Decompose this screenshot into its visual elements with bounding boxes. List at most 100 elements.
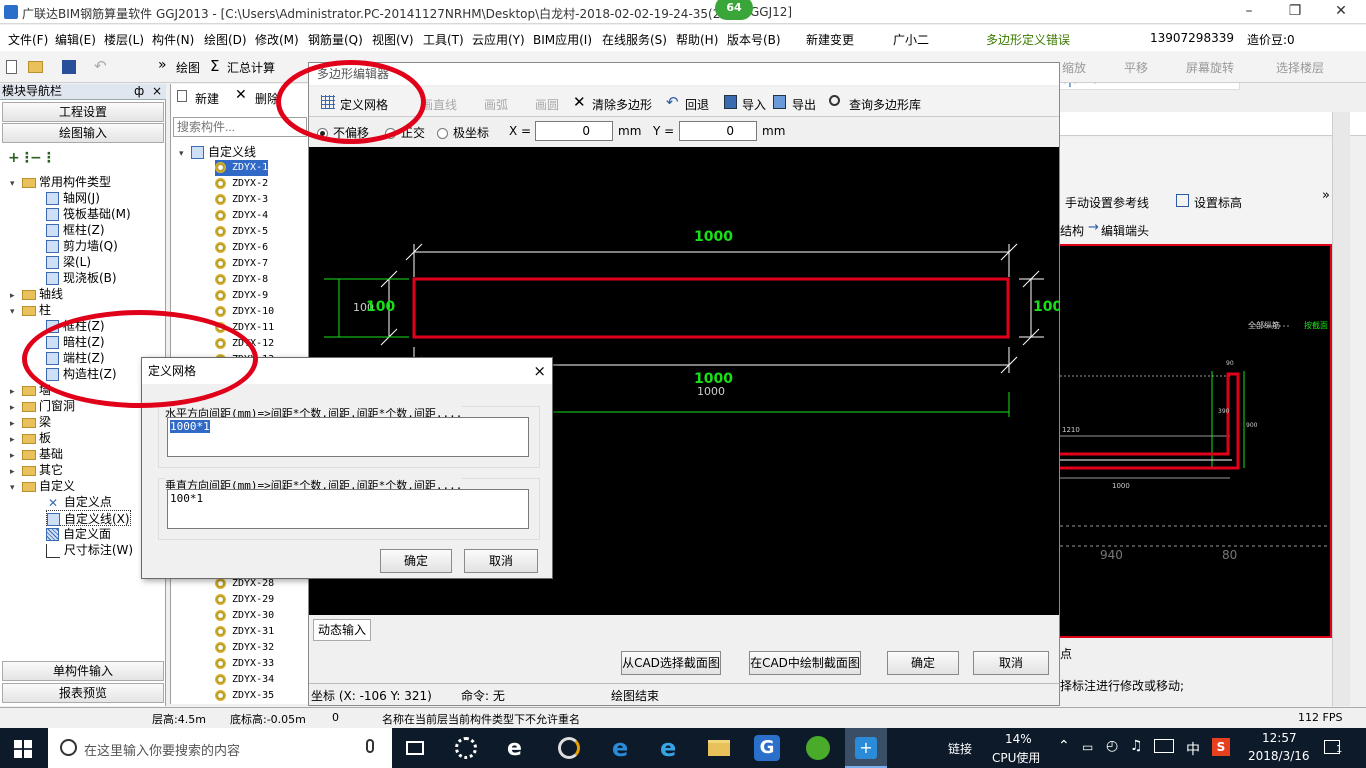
component-item[interactable]: ZDYX-8: [215, 272, 268, 288]
menu-tools[interactable]: 工具(T): [423, 31, 464, 48]
horizontal-spacing-input[interactable]: 1000*1: [167, 417, 529, 457]
tree-node-axis[interactable]: ▸ 轴线: [10, 286, 63, 302]
tree-node-column[interactable]: ▾ 柱: [10, 302, 51, 318]
sogou-tray-icon[interactable]: S: [1212, 738, 1230, 756]
collapse-all-icon[interactable]: −⋮: [30, 150, 56, 166]
grid-ok-button[interactable]: 确定: [380, 549, 452, 573]
tree-node-dimension[interactable]: 尺寸标注(W): [46, 542, 133, 558]
set-elevation-button[interactable]: 设置标高: [1194, 194, 1242, 211]
manual-ref-line-button[interactable]: 手动设置参考线: [1065, 194, 1149, 211]
import-button[interactable]: 导入: [742, 96, 766, 113]
assistant-menu[interactable]: 广小二: [893, 31, 929, 48]
draw-circle-button[interactable]: 画圆: [535, 96, 559, 113]
menu-file[interactable]: 文件(F): [8, 31, 48, 48]
battery-icon[interactable]: ▭: [1082, 740, 1093, 754]
open-folder-icon[interactable]: [28, 61, 43, 73]
menu-draw[interactable]: 绘图(D): [204, 31, 247, 48]
report-preview-button[interactable]: 报表预览: [2, 683, 164, 703]
volume-icon[interactable]: ♫: [1130, 738, 1143, 754]
new-component-button[interactable]: 新建: [195, 90, 219, 107]
tree-node-frame-col[interactable]: 框柱(Z): [46, 222, 105, 238]
taskbar-search-box[interactable]: 在这里输入你要搜索的内容: [48, 728, 392, 768]
tree-node-custom[interactable]: ▾ 自定义: [10, 478, 75, 494]
component-item[interactable]: ZDYX-9: [215, 288, 268, 304]
task-view-icon[interactable]: [406, 741, 424, 755]
tree-node-grid[interactable]: 轴网(J): [46, 190, 100, 206]
component-item[interactable]: ZDYX-35: [215, 688, 274, 704]
file-explorer-icon[interactable]: [708, 740, 730, 756]
undo-button[interactable]: 回退: [685, 96, 709, 113]
dynamic-input-tab[interactable]: 动态输入: [313, 619, 371, 641]
network-icon[interactable]: ◴: [1106, 738, 1118, 754]
tray-expand-icon[interactable]: ⌃: [1058, 738, 1070, 754]
taskbar-link-label[interactable]: 链接: [948, 740, 972, 757]
polygon-cancel-button[interactable]: 取消: [973, 651, 1049, 675]
panel-close-icon[interactable]: ×: [152, 84, 162, 99]
notification-badge[interactable]: 64: [715, 0, 753, 20]
component-item[interactable]: ZDYX-33: [215, 656, 274, 672]
undo-icon[interactable]: ↶: [94, 57, 107, 75]
menu-bim[interactable]: BIM应用(I): [533, 31, 592, 48]
tree-node-beam-group[interactable]: ▸ 梁: [10, 414, 51, 430]
menu-modify[interactable]: 修改(M): [255, 31, 299, 48]
ie-icon[interactable]: e: [660, 734, 676, 762]
tree-node-foundation[interactable]: ▸ 基础: [10, 446, 63, 462]
keyboard-icon[interactable]: [1154, 739, 1174, 753]
minimize-button[interactable]: –: [1226, 0, 1272, 24]
component-item-selected[interactable]: ZDYX-1: [215, 160, 269, 176]
tree-node-raft[interactable]: 筏板基础(M): [46, 206, 131, 222]
component-item[interactable]: ZDYX-29: [215, 592, 274, 608]
tree-node-shear-wall[interactable]: 剪力墙(Q): [46, 238, 118, 254]
menu-cloud[interactable]: 云应用(Y): [472, 31, 525, 48]
draw-button[interactable]: 绘图: [176, 59, 200, 76]
clock-time[interactable]: 12:57: [1262, 731, 1297, 745]
user-phone[interactable]: 13907298339: [1150, 31, 1234, 45]
menu-online[interactable]: 在线服务(S): [602, 31, 667, 48]
single-component-input-button[interactable]: 单构件输入: [2, 661, 164, 681]
draw-arc-button[interactable]: 画弧: [484, 96, 508, 113]
polygon-rectangle[interactable]: [412, 277, 1010, 339]
menu-component[interactable]: 构件(N): [152, 31, 194, 48]
clear-polygon-button[interactable]: 清除多边形: [592, 96, 652, 113]
polar-radio[interactable]: 极坐标: [437, 124, 489, 141]
component-item[interactable]: ZDYX-31: [215, 624, 274, 640]
ie-legacy-icon[interactable]: e: [507, 736, 522, 761]
tree-root-custom-line[interactable]: ▾ 自定义线: [179, 144, 256, 160]
tree-node-opening[interactable]: ▸ 门窗洞: [10, 398, 75, 414]
pan-button[interactable]: 平移: [1124, 59, 1148, 76]
tree-node-custom-face[interactable]: 自定义面: [46, 526, 111, 542]
glodon-g-icon[interactable]: G: [754, 735, 780, 761]
query-polygon-lib-button[interactable]: 查询多边形库: [849, 96, 921, 113]
zoom-button[interactable]: 缩放: [1062, 59, 1086, 76]
menu-view[interactable]: 视图(V): [372, 31, 414, 48]
component-item[interactable]: ZDYX-30: [215, 608, 274, 624]
save-icon[interactable]: [62, 60, 76, 74]
menu-version[interactable]: 版本号(B): [727, 31, 781, 48]
tree-node-custom-point[interactable]: ✕ 自定义点: [46, 494, 112, 510]
rotate-button[interactable]: 屏幕旋转: [1186, 59, 1234, 76]
new-file-icon[interactable]: [6, 60, 17, 74]
pin-icon[interactable]: ф: [134, 84, 144, 99]
export-button[interactable]: 导出: [792, 96, 816, 113]
menu-edit[interactable]: 编辑(E): [55, 31, 96, 48]
right-drawing-area[interactable]: 全部纵筋 按截面 1210 1000 940 80 90 390 900: [1060, 244, 1332, 638]
project-settings-button[interactable]: 工程设置: [2, 102, 164, 122]
edit-end-button[interactable]: 编辑端头: [1101, 222, 1149, 239]
more-chevron-icon[interactable]: »: [1322, 188, 1330, 203]
menu-help[interactable]: 帮助(H): [676, 31, 718, 48]
grid-cancel-button[interactable]: 取消: [464, 549, 538, 573]
tree-node-slab[interactable]: 现浇板(B): [46, 270, 117, 286]
tree-node-beam[interactable]: 梁(L): [46, 254, 91, 270]
vertical-spacing-input[interactable]: 100*1: [167, 489, 529, 529]
ime-indicator[interactable]: 中: [1186, 739, 1200, 759]
component-item[interactable]: ZDYX-6: [215, 240, 268, 256]
menu-floor[interactable]: 楼层(L): [104, 31, 144, 48]
tree-node-other[interactable]: ▸ 其它: [10, 462, 63, 478]
component-item[interactable]: ZDYX-2: [215, 176, 268, 192]
draw-line-button[interactable]: 画直线: [421, 96, 457, 113]
close-button[interactable]: ✕: [1318, 0, 1364, 24]
grid-dialog-close-button[interactable]: ×: [533, 360, 546, 382]
restore-button[interactable]: ❐: [1272, 0, 1318, 24]
component-item[interactable]: ZDYX-34: [215, 672, 274, 688]
tree-node-slab-group[interactable]: ▸ 板: [10, 430, 51, 446]
